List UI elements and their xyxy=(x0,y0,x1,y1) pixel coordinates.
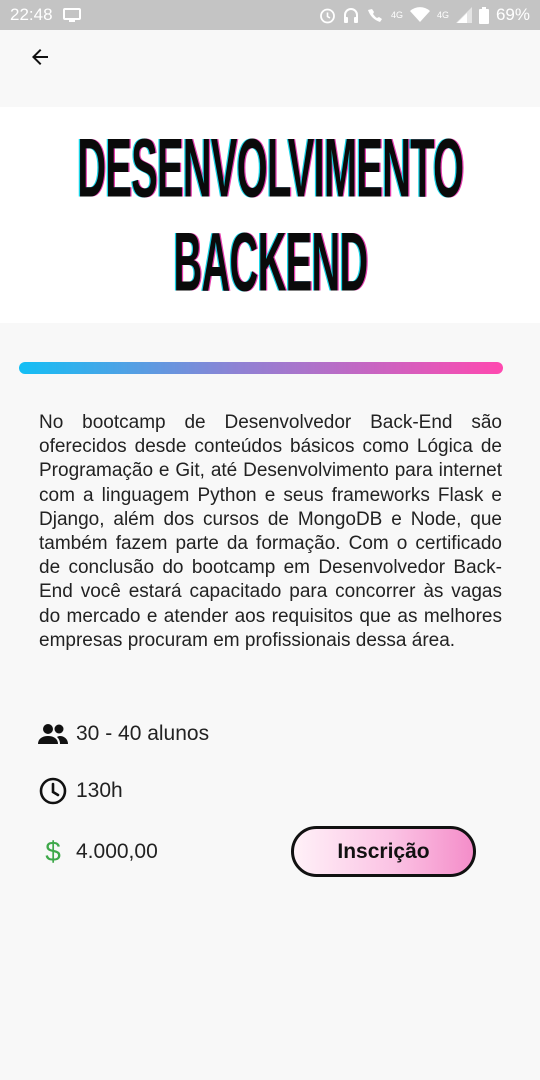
wifi-icon xyxy=(409,7,430,23)
battery-percent: 69% xyxy=(495,5,530,24)
app-bar xyxy=(0,30,540,108)
gradient-divider xyxy=(19,362,503,374)
network-type-label: 4G xyxy=(390,9,403,20)
people-icon xyxy=(38,719,68,749)
status-left: 22:48 xyxy=(10,5,81,25)
network-type-label-2: 4G xyxy=(436,9,449,20)
course-banner: DESENVOLVIMENTO BACKEND xyxy=(0,107,540,323)
status-time: 22:48 xyxy=(10,5,53,24)
banner-title-line-2: BACKEND xyxy=(172,215,368,309)
alarm-icon xyxy=(319,7,336,24)
screen-cast-icon xyxy=(62,8,81,22)
course-description: No bootcamp de Desenvolvedor Back-End sã… xyxy=(39,412,502,651)
students-row: 30 - 40 alunos xyxy=(38,719,209,749)
banner-title-line-1: DESENVOLVIMENTO xyxy=(76,121,464,215)
students-text: 30 - 40 alunos xyxy=(76,722,210,745)
arrow-left-icon xyxy=(32,49,48,65)
price-row: $ 4.000,00 xyxy=(38,836,158,867)
back-button[interactable] xyxy=(22,39,58,75)
status-right: 4G 4G 69% xyxy=(319,5,530,25)
status-bar: 22:48 4G 4G 69% xyxy=(0,0,540,30)
battery-icon xyxy=(478,6,489,24)
enroll-button[interactable]: Inscrição xyxy=(291,826,476,877)
headset-icon xyxy=(343,7,359,24)
hours-text: 130h xyxy=(76,779,123,802)
clock-icon xyxy=(38,776,68,806)
price-text: 4.000,00 xyxy=(76,840,158,863)
signal-icon xyxy=(455,7,472,23)
hours-row: 130h xyxy=(38,776,123,806)
wifi-call-icon xyxy=(366,7,384,24)
dollar-icon: $ xyxy=(45,836,61,867)
